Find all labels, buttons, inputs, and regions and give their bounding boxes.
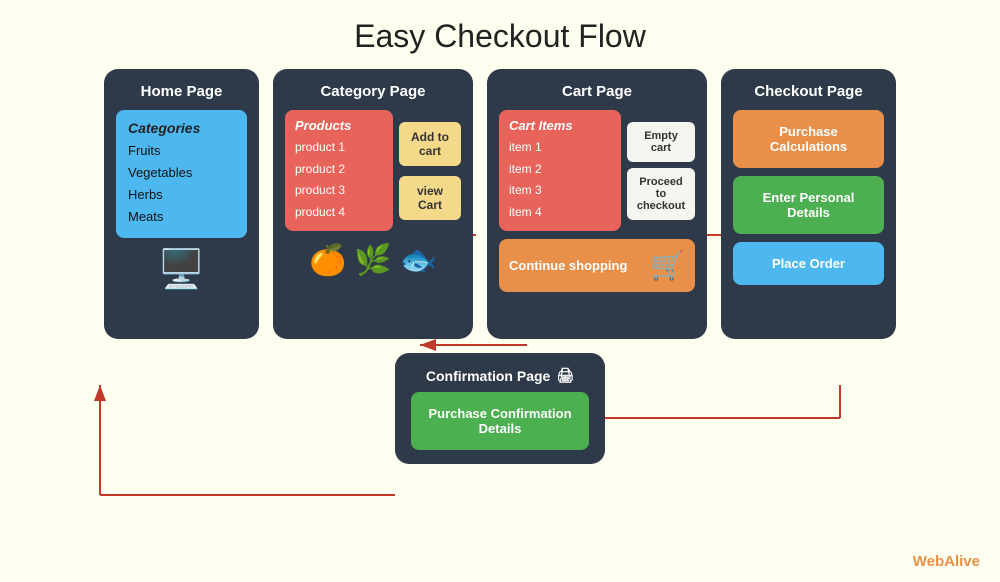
brand-logo: WebAlive	[913, 553, 980, 570]
products-area: Products product 1product 2product 3prod…	[285, 110, 461, 231]
products-items: product 1product 2product 3product 4	[295, 137, 383, 223]
cart-page-title: Cart Page	[499, 83, 695, 100]
proceed-to-checkout-button[interactable]: Proceed to checkout	[627, 168, 695, 220]
view-cart-button[interactable]: view Cart	[399, 176, 461, 220]
herb-icon: 🌿	[354, 243, 391, 278]
fish-icon: 🐟	[400, 243, 437, 278]
home-page-card: Home Page Categories FruitsVegetablesHer…	[104, 69, 259, 339]
confirmation-details-box: Purchase Confirmation Details	[411, 392, 589, 450]
checkout-page-title: Checkout Page	[733, 83, 884, 100]
cart-items-label: Cart Items	[509, 118, 611, 133]
category-icons: 🍊 🌿 🐟	[285, 243, 461, 278]
continue-shopping-label: Continue shopping	[509, 258, 627, 273]
confirmation-page-title: Confirmation Page 🖨	[411, 367, 589, 384]
brand-web: Web	[913, 553, 944, 570]
empty-cart-button[interactable]: Empty cart	[627, 122, 695, 162]
continue-shopping-box[interactable]: Continue shopping 🛒	[499, 239, 695, 292]
computer-icon: 🖥️	[116, 248, 247, 292]
confirmation-section: Confirmation Page 🖨 Purchase Confirmatio…	[0, 353, 1000, 464]
enter-personal-details-button[interactable]: Enter Personal Details	[733, 176, 884, 234]
cart-content: Cart Items item 1item 2item 3item 4 Empt…	[499, 110, 695, 231]
add-to-cart-button[interactable]: Add to cart	[399, 122, 461, 166]
cart-items-box: Cart Items item 1item 2item 3item 4	[499, 110, 621, 231]
confirmation-page-card: Confirmation Page 🖨 Purchase Confirmatio…	[395, 353, 605, 464]
category-buttons: Add to cart view Cart	[399, 110, 461, 231]
confirmation-details-label: Purchase Confirmation Details	[428, 406, 571, 436]
home-page-title: Home Page	[116, 83, 247, 100]
page-title: Easy Checkout Flow	[0, 0, 1000, 69]
flow-container: Home Page Categories FruitsVegetablesHer…	[0, 69, 1000, 339]
products-label: Products	[295, 118, 383, 133]
cart-page-card: Cart Page Cart Items item 1item 2item 3i…	[487, 69, 707, 339]
confirmation-title-text: Confirmation Page	[426, 368, 550, 384]
cart-items-list: item 1item 2item 3item 4	[509, 137, 611, 223]
purchase-calculations-button[interactable]: Purchase Calculations	[733, 110, 884, 168]
shopping-cart-icon: 🛒	[650, 249, 685, 282]
categories-list: FruitsVegetablesHerbsMeats	[128, 140, 235, 228]
brand-alive: Alive	[944, 553, 980, 570]
category-page-card: Category Page Products product 1product …	[273, 69, 473, 339]
fruit-icon: 🍊	[309, 243, 346, 278]
place-order-button[interactable]: Place Order	[733, 242, 884, 285]
printer-icon: 🖨	[556, 367, 574, 384]
category-page-title: Category Page	[285, 83, 461, 100]
categories-label: Categories	[128, 120, 235, 136]
products-list-box: Products product 1product 2product 3prod…	[285, 110, 393, 231]
checkout-page-card: Checkout Page Purchase Calculations Ente…	[721, 69, 896, 339]
cart-side-buttons: Empty cart Proceed to checkout	[627, 110, 695, 231]
categories-box: Categories FruitsVegetablesHerbsMeats	[116, 110, 247, 238]
